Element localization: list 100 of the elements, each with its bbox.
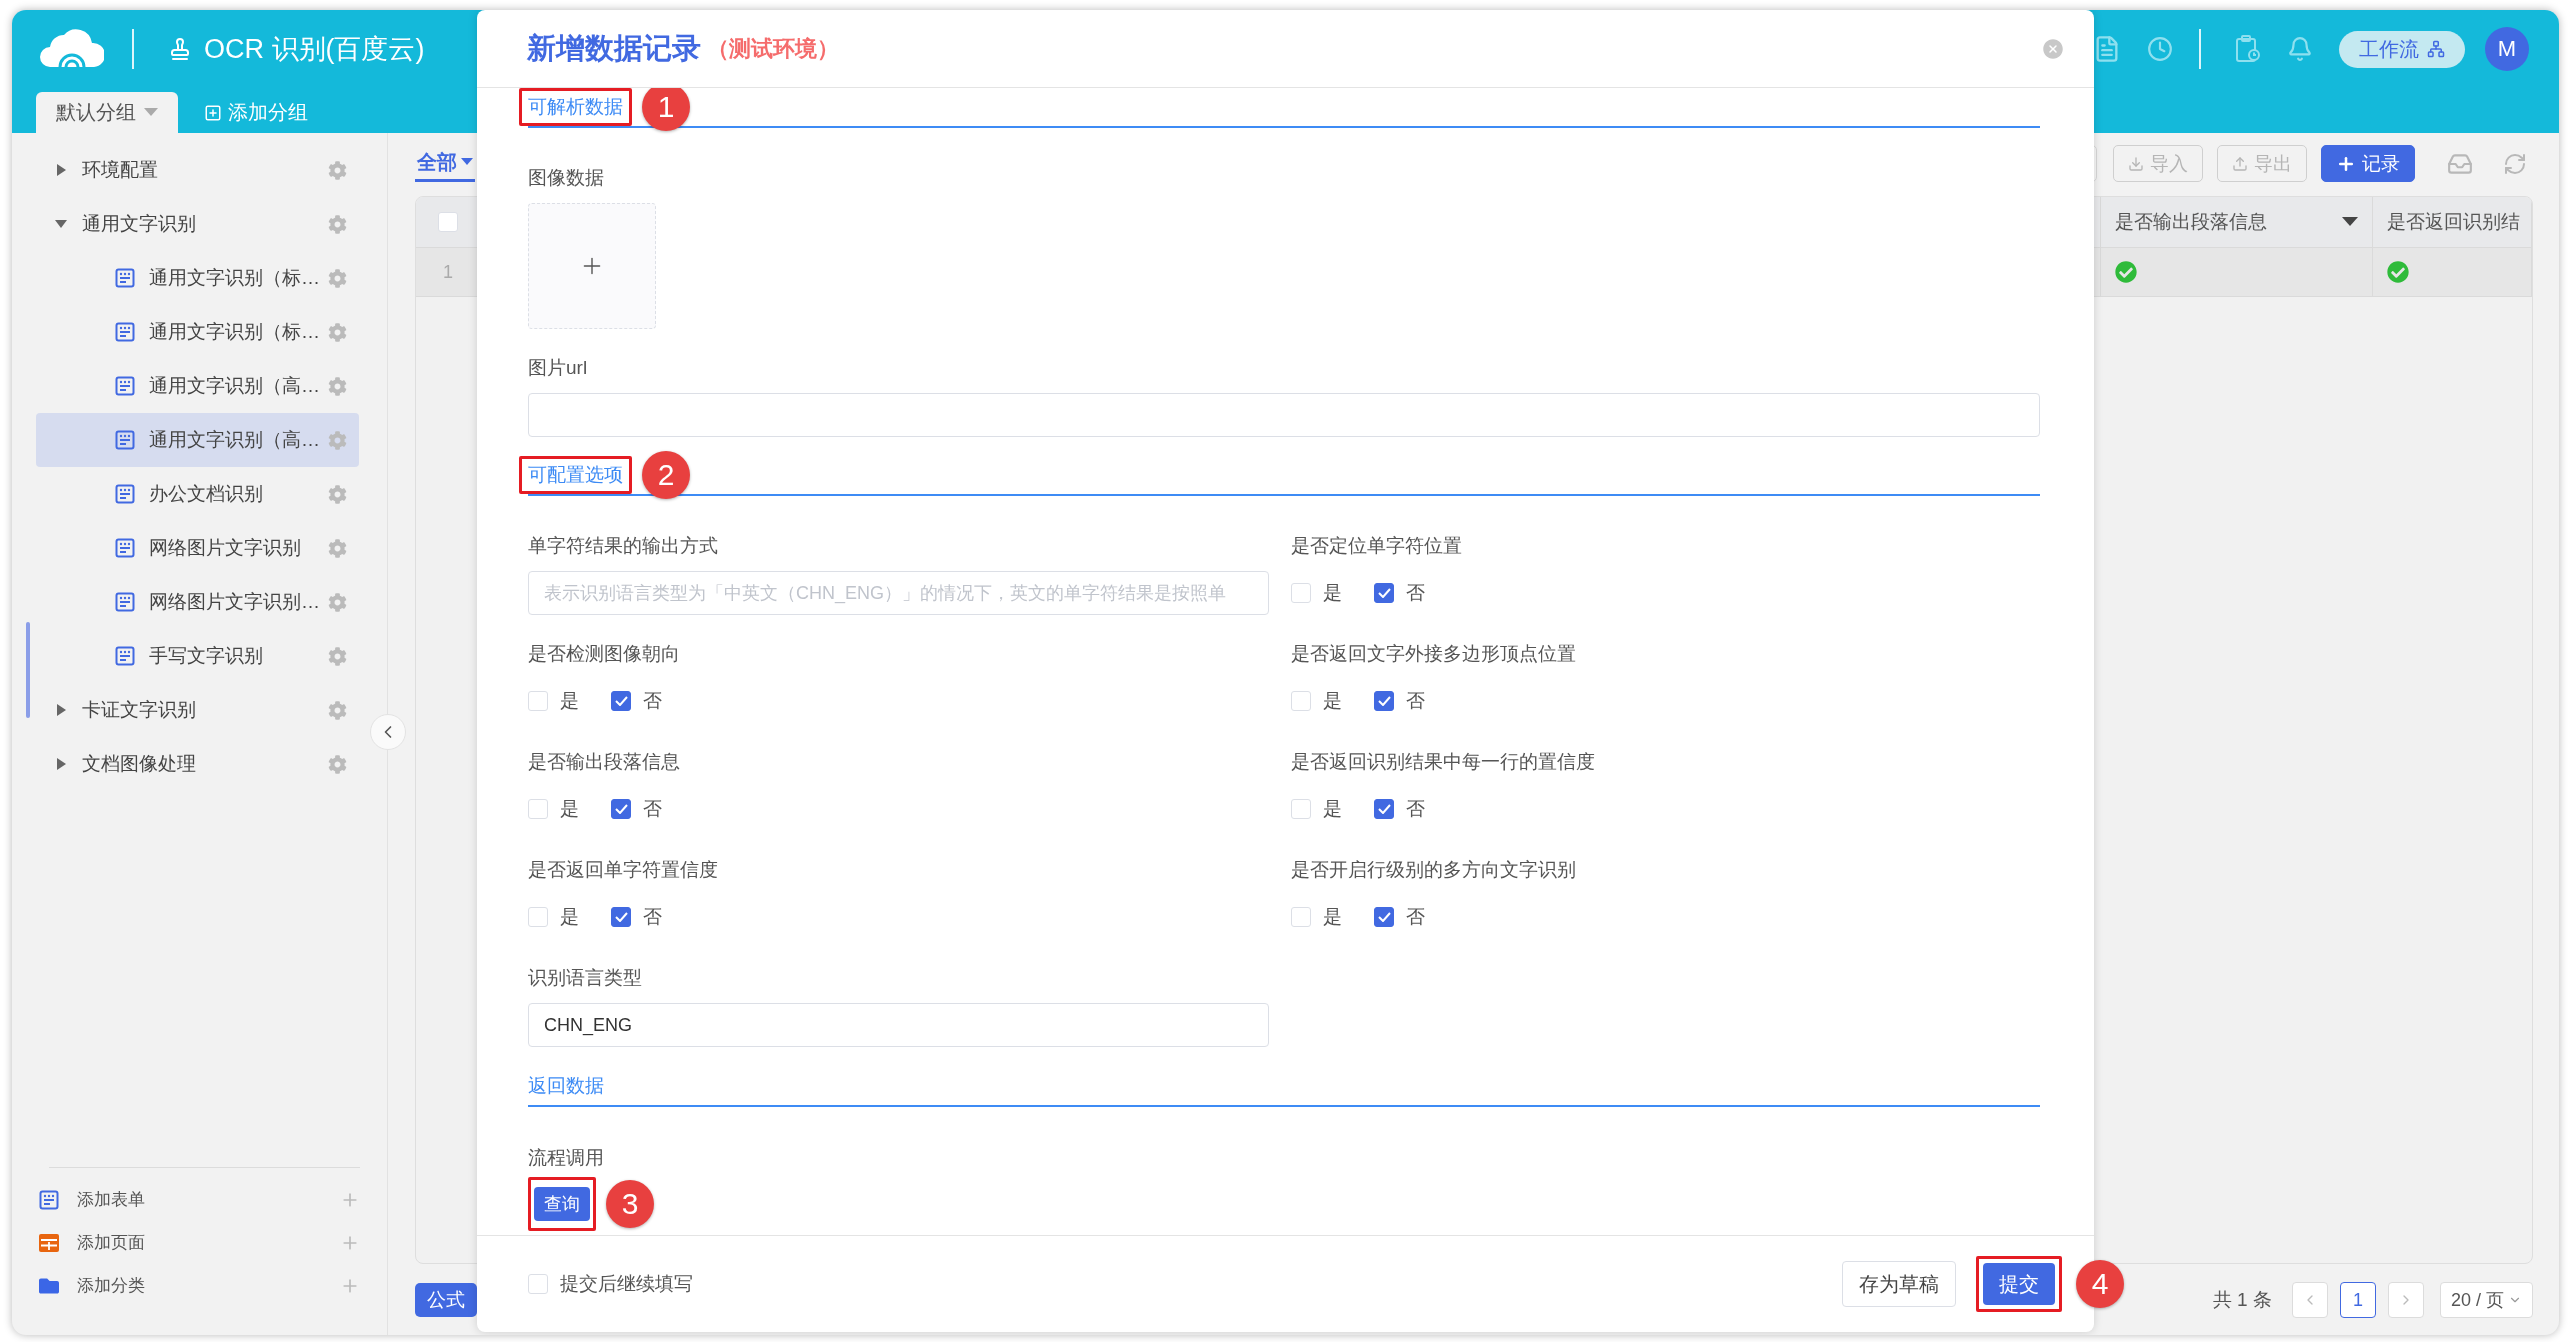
tree-item[interactable]: 办公文档识别 [36, 467, 359, 521]
form-icon [115, 430, 135, 450]
option-label: 是 [1323, 581, 1342, 605]
option-label: 是 [1323, 797, 1342, 821]
tree-item[interactable]: 通用文字识别（高… [36, 359, 359, 413]
add-item-label[interactable]: 添加页面 [77, 1231, 340, 1254]
settings-icon[interactable] [328, 484, 347, 504]
field-label: 是否返回文字外接多边形顶点位置 [1291, 642, 1577, 666]
image-upload[interactable] [528, 203, 656, 329]
form-icon [115, 268, 135, 288]
settings-icon[interactable] [328, 646, 347, 666]
tree-item[interactable]: 网络图片文字识别… [36, 575, 359, 629]
settings-icon[interactable] [328, 538, 347, 558]
user-avatar[interactable]: M [2485, 27, 2529, 71]
column-header[interactable]: 是否输出段落信息 [2115, 209, 2342, 235]
caret-right-icon[interactable] [54, 703, 68, 717]
settings-icon[interactable] [328, 214, 347, 234]
clock-icon[interactable] [2147, 36, 2173, 62]
page-size-select[interactable]: 20 / 页 [2439, 1282, 2533, 1318]
checkbox[interactable] [611, 691, 631, 711]
settings-icon[interactable] [328, 322, 347, 342]
field-label: 单字符结果的输出方式 [528, 534, 719, 558]
prev-page-button[interactable] [2291, 1282, 2328, 1318]
caret-right-icon[interactable] [54, 163, 68, 177]
caret-down-icon[interactable] [2342, 217, 2358, 227]
checkmark-icon [1377, 804, 1391, 814]
tree-item[interactable]: 手写文字识别 [36, 629, 359, 683]
checkmark-icon [614, 912, 628, 922]
form-icon [115, 376, 135, 396]
option-label: 是 [560, 905, 579, 929]
checkbox[interactable] [611, 799, 631, 819]
field-label: 识别语言类型 [528, 966, 643, 990]
checkbox[interactable] [611, 907, 631, 927]
plus-square-icon [204, 103, 222, 122]
settings-icon[interactable] [328, 754, 347, 774]
tree-item[interactable]: 网络图片文字识别 [36, 521, 359, 575]
cloud-logo-icon [40, 29, 104, 69]
input-field[interactable]: CHN_ENG [528, 1003, 1269, 1047]
field-label: 是否输出段落信息 [528, 750, 681, 774]
next-page-button[interactable] [2387, 1282, 2424, 1318]
field-label: 是否返回识别结果中每一行的置信度 [1291, 750, 1596, 774]
query-button[interactable]: 查询 [534, 1187, 590, 1221]
checkbox[interactable] [1374, 799, 1394, 819]
settings-icon[interactable] [328, 430, 347, 450]
input-field[interactable] [528, 393, 2040, 437]
workflow-button[interactable]: 工作流 [2339, 30, 2465, 68]
tree-item[interactable]: 通用文字识别 [36, 197, 359, 251]
checkmark-icon [614, 804, 628, 814]
download-icon [2128, 155, 2144, 172]
app-title: OCR 识别(百度云) [204, 33, 425, 66]
tree-item[interactable]: 通用文字识别（标… [36, 251, 359, 305]
submit-button[interactable]: 提交 [1983, 1263, 2055, 1305]
tree-item[interactable]: 卡证文字识别 [36, 683, 359, 737]
stamp-icon [168, 37, 192, 61]
option-label: 否 [643, 797, 662, 821]
caret-right-icon[interactable] [54, 757, 68, 771]
collapse-button[interactable] [370, 714, 406, 750]
caret-down-icon [144, 107, 158, 118]
form-icon [115, 538, 135, 558]
checkmark-icon [1377, 696, 1391, 706]
tree-item[interactable]: 环境配置 [36, 143, 359, 197]
settings-icon[interactable] [328, 376, 347, 396]
column-header[interactable]: 是否返回识别结 [2387, 209, 2520, 235]
group-tab[interactable]: 默认分组 [36, 92, 178, 133]
close-button[interactable] [2041, 36, 2065, 61]
checkbox[interactable] [1374, 691, 1394, 711]
clipboard-clock-icon[interactable] [2235, 35, 2261, 63]
option-label: 是 [1323, 689, 1342, 713]
field-label: 图片url [528, 356, 589, 380]
tree-item[interactable]: 通用文字识别（高… [36, 413, 359, 467]
settings-icon[interactable] [328, 592, 347, 612]
field-label: 是否检测图像朝向 [528, 642, 681, 666]
dialog-title: 新增数据记录 [527, 30, 701, 66]
checkbox[interactable] [1374, 583, 1394, 603]
page-button[interactable]: 1 [2339, 1282, 2376, 1318]
settings-icon[interactable] [328, 700, 347, 720]
table-icon [39, 1233, 59, 1252]
settings-icon[interactable] [328, 268, 347, 288]
save-draft-button[interactable]: 存为草稿 [1842, 1261, 1956, 1307]
caret-down-icon [461, 158, 473, 166]
scrollbar[interactable] [26, 622, 30, 718]
option-label: 是 [560, 689, 579, 713]
tree-item[interactable]: 文档图像处理 [36, 737, 359, 791]
checkmark-icon [1377, 588, 1391, 598]
formula-button[interactable]: 公式 [415, 1283, 477, 1317]
field-label: 图像数据 [528, 166, 605, 190]
settings-icon[interactable] [328, 160, 347, 180]
toolbar-button[interactable]: 记录 [2321, 145, 2415, 182]
add-item-label[interactable]: 添加表单 [77, 1188, 340, 1211]
callout-badge: 3 [606, 1180, 654, 1228]
refresh-icon[interactable] [2503, 151, 2527, 176]
add-item-label[interactable]: 添加分类 [77, 1274, 340, 1297]
checkbox[interactable] [1374, 907, 1394, 927]
field-label: 是否开启行级别的多方向文字识别 [1291, 858, 1577, 882]
upload-icon [2232, 155, 2248, 172]
tree-item[interactable]: 通用文字识别（标… [36, 305, 359, 359]
checkbox-label: 提交后继续填写 [560, 1272, 693, 1296]
bell-icon[interactable] [2287, 36, 2313, 62]
input-field[interactable]: 表示识别语言类型为「中英文（CHN_ENG）」的情况下，英文的单字符结果是按照单 [528, 571, 1269, 615]
form-icon [39, 1189, 59, 1210]
